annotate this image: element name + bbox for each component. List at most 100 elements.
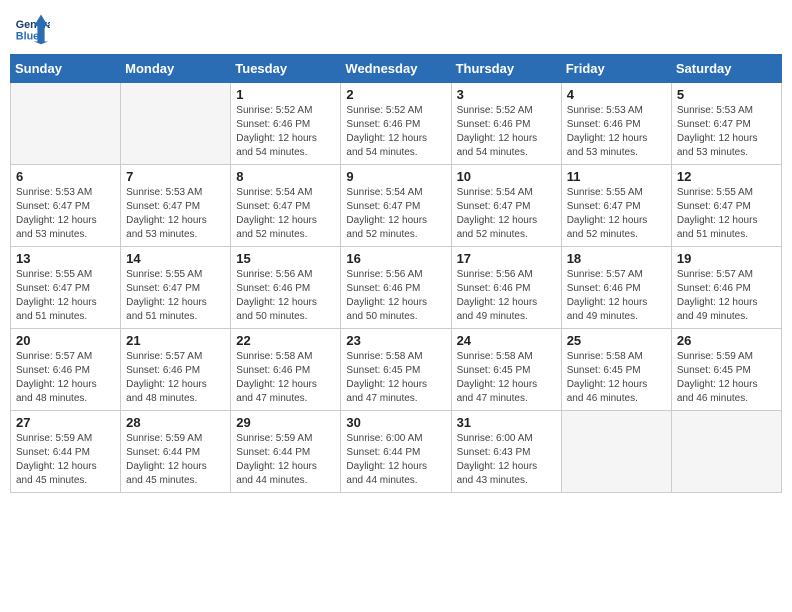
day-info: Sunrise: 5:54 AMSunset: 6:47 PMDaylight:… bbox=[236, 186, 335, 242]
calendar-day-cell: 15 Sunrise: 5:56 AMSunset: 6:46 PMDayligh… bbox=[231, 247, 341, 329]
day-info: Sunrise: 5:52 AMSunset: 6:46 PMDaylight:… bbox=[457, 104, 556, 160]
calendar-day-cell: 22Sunrise: 5:58 AMSunset: 6:46 PMDayligh… bbox=[231, 329, 341, 411]
day-info: Sunrise: 5:53 AMSunset: 6:47 PMDaylight:… bbox=[126, 186, 225, 242]
day-info: Sunrise: 6:00 AMSunset: 6:43 PMDaylight:… bbox=[457, 432, 556, 488]
day-info: Sunrise: 5:52 AMSunset: 6:46 PMDaylight:… bbox=[346, 104, 445, 160]
day-of-week-header: Monday bbox=[121, 55, 231, 83]
day-number: 28 bbox=[126, 415, 225, 430]
day-info: Sunrise: 5:55 AMSunset: 6:47 PMDaylight:… bbox=[126, 268, 225, 324]
day-info: Sunrise: 5:55 AMSunset: 6:47 PMDaylight:… bbox=[567, 186, 666, 242]
day-number: 5 bbox=[677, 87, 776, 102]
day-number: 31 bbox=[457, 415, 556, 430]
calendar-day-cell: 26 Sunrise: 5:59 AMSunset: 6:45 PMDayligh… bbox=[671, 329, 781, 411]
day-of-week-header: Saturday bbox=[671, 55, 781, 83]
day-number: 24 bbox=[457, 333, 556, 348]
calendar-day-cell bbox=[121, 83, 231, 165]
day-number: 2 bbox=[346, 87, 445, 102]
day-of-week-header: Tuesday bbox=[231, 55, 341, 83]
day-number: 19 bbox=[677, 251, 776, 266]
calendar-day-cell: 28 Sunrise: 5:59 AMSunset: 6:44 PMDayligh… bbox=[121, 411, 231, 493]
logo-icon: General Blue bbox=[14, 10, 50, 46]
day-number: 27 bbox=[16, 415, 115, 430]
day-info: Sunrise: 5:58 AMSunset: 6:45 PMDaylight:… bbox=[457, 350, 556, 406]
calendar-day-cell: 17 Sunrise: 5:56 AMSunset: 6:46 PMDayligh… bbox=[451, 247, 561, 329]
day-number: 8 bbox=[236, 169, 335, 184]
day-number: 23 bbox=[346, 333, 445, 348]
day-info: Sunrise: 5:56 AMSunset: 6:46 PMDaylight:… bbox=[457, 268, 556, 324]
calendar-week-row: 1 Sunrise: 5:52 AMSunset: 6:46 PMDaylight… bbox=[11, 83, 782, 165]
day-info: Sunrise: 5:58 AMSunset: 6:45 PMDaylight:… bbox=[346, 350, 445, 406]
day-number: 3 bbox=[457, 87, 556, 102]
day-of-week-header: Sunday bbox=[11, 55, 121, 83]
day-number: 18 bbox=[567, 251, 666, 266]
day-info: Sunrise: 5:54 AMSunset: 6:47 PMDaylight:… bbox=[346, 186, 445, 242]
day-info: Sunrise: 5:54 AMSunset: 6:47 PMDaylight:… bbox=[457, 186, 556, 242]
calendar-day-cell: 3 Sunrise: 5:52 AMSunset: 6:46 PMDaylight… bbox=[451, 83, 561, 165]
calendar-day-cell: 20Sunrise: 5:57 AMSunset: 6:46 PMDayligh… bbox=[11, 329, 121, 411]
day-number: 16 bbox=[346, 251, 445, 266]
day-info: Sunrise: 5:55 AMSunset: 6:47 PMDaylight:… bbox=[16, 268, 115, 324]
calendar-day-cell: 11 Sunrise: 5:55 AMSunset: 6:47 PMDayligh… bbox=[561, 165, 671, 247]
calendar-day-cell bbox=[561, 411, 671, 493]
day-number: 10 bbox=[457, 169, 556, 184]
logo: General Blue bbox=[14, 10, 54, 46]
calendar-day-cell: 30 Sunrise: 6:00 AMSunset: 6:44 PMDayligh… bbox=[341, 411, 451, 493]
day-info: Sunrise: 5:59 AMSunset: 6:44 PMDaylight:… bbox=[236, 432, 335, 488]
day-info: Sunrise: 5:57 AMSunset: 6:46 PMDaylight:… bbox=[126, 350, 225, 406]
day-number: 15 bbox=[236, 251, 335, 266]
day-number: 12 bbox=[677, 169, 776, 184]
day-of-week-header: Friday bbox=[561, 55, 671, 83]
calendar-day-cell: 24 Sunrise: 5:58 AMSunset: 6:45 PMDayligh… bbox=[451, 329, 561, 411]
calendar-day-cell bbox=[671, 411, 781, 493]
calendar-day-cell: 31 Sunrise: 6:00 AMSunset: 6:43 PMDayligh… bbox=[451, 411, 561, 493]
day-info: Sunrise: 5:59 AMSunset: 6:44 PMDaylight:… bbox=[16, 432, 115, 488]
day-number: 6 bbox=[16, 169, 115, 184]
day-info: Sunrise: 5:55 AMSunset: 6:47 PMDaylight:… bbox=[677, 186, 776, 242]
calendar-day-cell: 21 Sunrise: 5:57 AMSunset: 6:46 PMDayligh… bbox=[121, 329, 231, 411]
calendar-week-row: 27 Sunrise: 5:59 AMSunset: 6:44 PMDayligh… bbox=[11, 411, 782, 493]
day-info: Sunrise: 5:53 AMSunset: 6:47 PMDaylight:… bbox=[677, 104, 776, 160]
day-number: 13 bbox=[16, 251, 115, 266]
day-info: Sunrise: 5:59 AMSunset: 6:44 PMDaylight:… bbox=[126, 432, 225, 488]
calendar-day-cell: 16 Sunrise: 5:56 AMSunset: 6:46 PMDayligh… bbox=[341, 247, 451, 329]
calendar-day-cell: 13 Sunrise: 5:55 AMSunset: 6:47 PMDayligh… bbox=[11, 247, 121, 329]
calendar-day-cell: 9 Sunrise: 5:54 AMSunset: 6:47 PMDaylight… bbox=[341, 165, 451, 247]
calendar-week-row: 6 Sunrise: 5:53 AMSunset: 6:47 PMDaylight… bbox=[11, 165, 782, 247]
day-info: Sunrise: 5:56 AMSunset: 6:46 PMDaylight:… bbox=[236, 268, 335, 324]
day-number: 29 bbox=[236, 415, 335, 430]
svg-text:Blue: Blue bbox=[16, 31, 39, 43]
day-number: 26 bbox=[677, 333, 776, 348]
day-number: 7 bbox=[126, 169, 225, 184]
calendar-day-cell: 12 Sunrise: 5:55 AMSunset: 6:47 PMDayligh… bbox=[671, 165, 781, 247]
calendar-day-cell: 5 Sunrise: 5:53 AMSunset: 6:47 PMDaylight… bbox=[671, 83, 781, 165]
calendar-day-cell: 29 Sunrise: 5:59 AMSunset: 6:44 PMDayligh… bbox=[231, 411, 341, 493]
day-info: Sunrise: 5:59 AMSunset: 6:45 PMDaylight:… bbox=[677, 350, 776, 406]
calendar-day-cell: 18 Sunrise: 5:57 AMSunset: 6:46 PMDayligh… bbox=[561, 247, 671, 329]
day-info: Sunrise: 5:53 AMSunset: 6:46 PMDaylight:… bbox=[567, 104, 666, 160]
calendar-day-cell: 6Sunrise: 5:53 AMSunset: 6:47 PMDaylight… bbox=[11, 165, 121, 247]
calendar-day-cell: 7 Sunrise: 5:53 AMSunset: 6:47 PMDaylight… bbox=[121, 165, 231, 247]
calendar-day-cell: 19 Sunrise: 5:57 AMSunset: 6:46 PMDayligh… bbox=[671, 247, 781, 329]
day-number: 4 bbox=[567, 87, 666, 102]
calendar-week-row: 13 Sunrise: 5:55 AMSunset: 6:47 PMDayligh… bbox=[11, 247, 782, 329]
calendar-day-cell: 8 Sunrise: 5:54 AMSunset: 6:47 PMDaylight… bbox=[231, 165, 341, 247]
day-info: Sunrise: 6:00 AMSunset: 6:44 PMDaylight:… bbox=[346, 432, 445, 488]
day-info: Sunrise: 5:56 AMSunset: 6:46 PMDaylight:… bbox=[346, 268, 445, 324]
day-number: 9 bbox=[346, 169, 445, 184]
calendar-table: SundayMondayTuesdayWednesdayThursdayFrid… bbox=[10, 54, 782, 493]
day-number: 11 bbox=[567, 169, 666, 184]
day-info: Sunrise: 5:58 AMSunset: 6:46 PMDaylight:… bbox=[236, 350, 335, 406]
day-number: 30 bbox=[346, 415, 445, 430]
day-number: 17 bbox=[457, 251, 556, 266]
day-info: Sunrise: 5:57 AMSunset: 6:46 PMDaylight:… bbox=[567, 268, 666, 324]
day-number: 14 bbox=[126, 251, 225, 266]
calendar-day-cell: 10 Sunrise: 5:54 AMSunset: 6:47 PMDayligh… bbox=[451, 165, 561, 247]
calendar-day-cell: 23 Sunrise: 5:58 AMSunset: 6:45 PMDayligh… bbox=[341, 329, 451, 411]
calendar-day-cell: 4 Sunrise: 5:53 AMSunset: 6:46 PMDaylight… bbox=[561, 83, 671, 165]
calendar-day-cell: 1Sunrise: 5:52 AMSunset: 6:46 PMDaylight… bbox=[231, 83, 341, 165]
page-header: General Blue bbox=[10, 10, 782, 46]
day-info: Sunrise: 5:57 AMSunset: 6:46 PMDaylight:… bbox=[677, 268, 776, 324]
day-number: 1 bbox=[236, 87, 335, 102]
day-number: 21 bbox=[126, 333, 225, 348]
calendar-day-cell: 2 Sunrise: 5:52 AMSunset: 6:46 PMDaylight… bbox=[341, 83, 451, 165]
